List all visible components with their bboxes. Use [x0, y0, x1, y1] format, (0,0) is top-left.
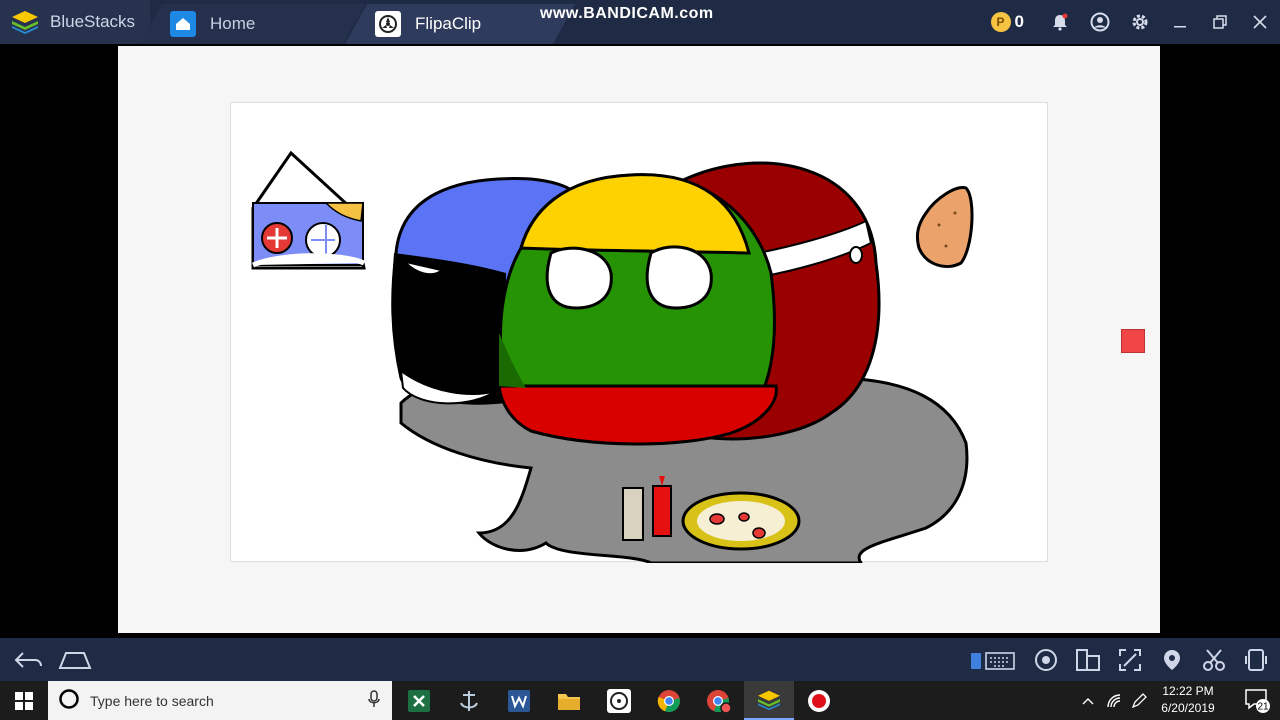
excel-icon[interactable]	[394, 681, 444, 720]
bluestacks-taskbar-icon[interactable]	[744, 681, 794, 720]
file-explorer-icon[interactable]	[544, 681, 594, 720]
chrome-icon[interactable]	[644, 681, 694, 720]
bluestacks-brand[interactable]: BlueStacks	[0, 0, 150, 44]
notification-count: 21	[1257, 702, 1269, 713]
tab-flipaclip-label: FlipaClip	[415, 14, 482, 33]
device-icon[interactable]	[1236, 638, 1276, 681]
keyboard-icon[interactable]	[965, 638, 1021, 681]
title-bar: BlueStacks Home FlipaClip www.BANDICAM.c…	[0, 0, 1280, 44]
home-icon	[170, 11, 196, 37]
fullscreen-icon[interactable]	[1110, 638, 1150, 681]
brand-label: BlueStacks	[50, 12, 136, 31]
microphone-icon[interactable]	[368, 690, 380, 711]
word-icon[interactable]	[494, 681, 544, 720]
notification-center-icon[interactable]: 21	[1242, 685, 1272, 715]
windows-start-icon[interactable]	[0, 681, 48, 720]
gear-icon[interactable]	[1120, 0, 1160, 44]
bandicam-watermark: www.BANDICAM.com	[540, 5, 714, 22]
bandicam-record-icon[interactable]	[794, 681, 844, 720]
bell-icon[interactable]	[1040, 0, 1080, 44]
home-nav-icon[interactable]	[55, 638, 95, 681]
tab-home-label: Home	[210, 14, 256, 33]
close-icon[interactable]	[1240, 0, 1280, 44]
bluestacks-logo-icon	[12, 11, 38, 34]
android-nav-bar	[0, 638, 1280, 681]
search-placeholder: Type here to search	[90, 692, 214, 709]
clock-date: 6/20/2019	[1161, 701, 1215, 715]
windows-taskbar: Type here to search 12:22 PM 6/20/2019 2…	[0, 681, 1280, 720]
coin-counter[interactable]: P 0	[990, 12, 1024, 32]
cortana-icon	[58, 688, 80, 713]
chevron-up-icon[interactable]	[1076, 681, 1100, 720]
eye-icon[interactable]	[1026, 638, 1066, 681]
world-of-warships-icon[interactable]	[444, 681, 494, 720]
rotate-icon[interactable]	[1068, 638, 1108, 681]
location-icon[interactable]	[1152, 638, 1192, 681]
coin-value: 0	[1014, 12, 1024, 31]
chrome-profile-icon[interactable]	[694, 681, 744, 720]
taskbar-search-box[interactable]: Type here to search	[48, 681, 392, 720]
scissors-icon[interactable]	[1194, 638, 1234, 681]
restore-icon[interactable]	[1200, 0, 1240, 44]
minimize-icon[interactable]	[1160, 0, 1200, 44]
back-icon[interactable]	[8, 638, 48, 681]
red-color-swatch[interactable]	[1121, 329, 1145, 353]
flipaclip-icon	[375, 11, 401, 37]
flipaclip-taskbar-icon[interactable]	[594, 681, 644, 720]
clock-time: 12:22 PM	[1162, 684, 1214, 698]
coin-icon: P	[990, 12, 1011, 32]
countryball-drawing	[251, 150, 974, 565]
account-icon[interactable]	[1080, 0, 1120, 44]
drawing-canvas[interactable]	[230, 102, 1048, 565]
wifi-icon[interactable]	[1102, 681, 1126, 720]
system-clock[interactable]: 12:22 PM 6/20/2019	[1148, 683, 1228, 717]
tab-home[interactable]: Home	[140, 4, 365, 44]
